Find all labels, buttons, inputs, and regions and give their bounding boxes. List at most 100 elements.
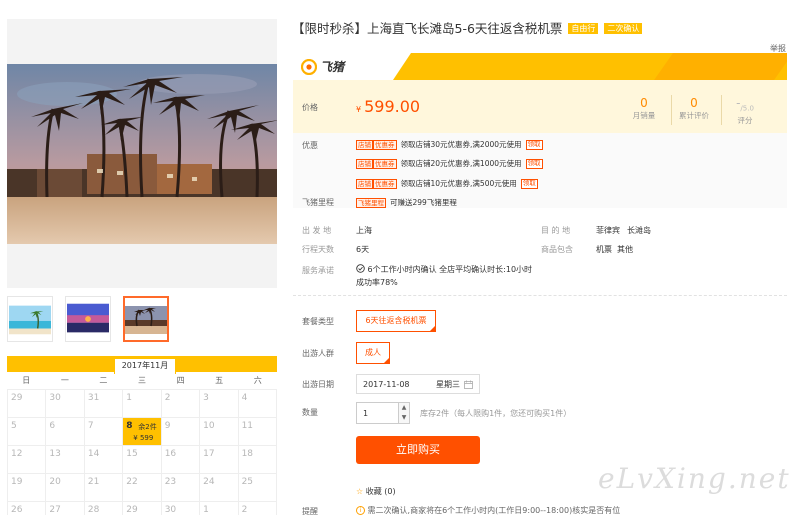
weekday-value: 星期三: [436, 379, 460, 389]
available-day-number: 8: [126, 421, 133, 431]
beach-thumbnail-image: [9, 298, 51, 340]
weekday-label: 二: [99, 376, 108, 385]
sunset-thumbnail-image: [67, 298, 109, 340]
promise-line-2: 成功率78%: [356, 278, 398, 287]
calendar-day: 16: [161, 446, 201, 474]
buy-now-button[interactable]: 立即购买: [356, 436, 480, 464]
calendar-day: 22: [123, 474, 162, 502]
includes-value-2: 其他: [617, 245, 633, 254]
available-day-price: ¥ 599: [133, 434, 154, 442]
stat-suffix: /5.0: [740, 104, 754, 113]
coupon-text: 领取店铺20元优惠券,满1000元使用: [400, 159, 522, 168]
calendar-day: 21: [84, 474, 124, 502]
calendar-day: 23: [161, 474, 201, 502]
includes-value-1: 机票: [596, 245, 612, 254]
thumbnail-2[interactable]: [65, 296, 111, 342]
calendar-day: 11: [238, 418, 277, 446]
stat-value: 0: [640, 96, 648, 110]
coupon-row: 店铺 优惠券 领取店铺20元优惠券,满1000元使用 领取: [356, 158, 543, 169]
calendar-day: 20: [46, 474, 85, 502]
travel-date-picker[interactable]: 2017-11-08 星期三: [356, 374, 480, 394]
mileage-label: 飞猪里程: [302, 198, 334, 207]
stat-monthly-sales: 0 月销量: [624, 96, 664, 122]
calendar-day-available[interactable]: 8 余2件 ¥ 599: [123, 418, 162, 446]
calendar-day: 30: [162, 502, 201, 515]
crowd-option-selected[interactable]: 成人: [356, 342, 390, 364]
price-currency: ¥: [356, 105, 362, 114]
section-divider: [293, 295, 787, 296]
beach-sunset-photo: [7, 19, 279, 288]
calendar-day: 17: [200, 446, 239, 474]
calendar-day: 5: [8, 418, 47, 446]
stat-label: 评分: [737, 116, 753, 126]
fliggy-logo-icon: [301, 58, 317, 75]
main-product-photo: [7, 19, 279, 288]
mileage-badge: 飞猪里程: [356, 197, 386, 208]
weekday-label: 三: [137, 376, 146, 385]
date-value: 2017-11-08: [363, 379, 410, 389]
calendar-day: 9: [161, 418, 201, 446]
weekday-label: 日: [22, 376, 31, 385]
get-coupon-button[interactable]: 领取: [520, 178, 538, 189]
package-option-selected[interactable]: 6天往返含税机票: [356, 310, 436, 332]
calendar-day: 3: [200, 390, 239, 418]
promise-text: 6个工作小时内确认 全店平均确认时长:10小时: [367, 265, 533, 274]
stat-total-reviews: 0 累计评价: [674, 96, 714, 122]
calendar-day: 19: [8, 474, 47, 502]
destination-label: 目 的 地: [541, 226, 571, 235]
mileage-row: 飞猪里程 可赚送299飞猪里程: [356, 197, 457, 208]
price-number: 599.00: [364, 97, 421, 116]
coupon-badge: 优惠券: [373, 158, 397, 169]
available-day-stock: 余2件: [138, 423, 157, 431]
date-label: 出游日期: [302, 380, 334, 389]
quantity-label: 数量: [302, 408, 318, 417]
watermark: eLvXing.net: [598, 462, 791, 495]
stat-value: 0: [690, 96, 698, 110]
includes-label: 商品包含: [541, 245, 573, 254]
quantity-decrease-button[interactable]: ▼: [398, 413, 409, 423]
favorite-count: (0): [384, 487, 396, 496]
favorite-link[interactable]: ☆ 收藏 (0): [356, 486, 396, 497]
calendar-day: 15: [123, 446, 162, 474]
crowd-label: 出游人群: [302, 349, 334, 358]
thumbnail-3[interactable]: [123, 296, 169, 342]
price-label: 价格: [302, 103, 318, 112]
calendar-day: 10: [200, 418, 239, 446]
days-label: 行程天数: [302, 245, 334, 254]
brand-name: 飞猪: [320, 60, 345, 74]
calendar-day: 24: [200, 474, 239, 502]
get-coupon-button[interactable]: 领取: [525, 158, 543, 169]
calendar-day: 30: [46, 390, 85, 418]
coupon-badge: 优惠券: [373, 139, 397, 150]
mileage-text: 可赚送299飞猪里程: [390, 198, 457, 207]
calendar-grid: 29 30 31 1 2 3 4 5 6 7 8 余2件 ¥ 599 9 10 …: [7, 389, 277, 515]
calendar-day: 29: [8, 390, 47, 418]
tag-second-confirm: 二次确认: [604, 23, 643, 34]
promo-label: 优惠: [302, 141, 318, 150]
brand-logo: 飞猪: [301, 58, 344, 75]
coupon-text: 领取店铺30元优惠券,满2000元使用: [400, 140, 522, 149]
weekday-label: 一: [60, 376, 69, 385]
palm-beach-thumbnail-image: [125, 298, 167, 340]
stock-info: 库存2件（每人限购1件，您还可购买1件）: [420, 409, 572, 418]
destination-city: 长滩岛: [627, 226, 651, 235]
weekday-label: 六: [253, 376, 262, 385]
stat-label: 月销量: [632, 111, 656, 120]
coupon-row: 店铺 优惠券 领取店铺30元优惠券,满2000元使用 领取: [356, 139, 543, 150]
quantity-increase-button[interactable]: ▲: [398, 403, 409, 413]
weekday-label: 五: [215, 376, 224, 385]
calendar-day: 2: [161, 390, 201, 418]
brand-banner: 飞猪: [293, 53, 787, 80]
thumbnail-strip: [7, 296, 169, 342]
calendar-day: 18: [238, 446, 277, 474]
calendar-day: 6: [46, 418, 85, 446]
calendar-day: 25: [238, 474, 277, 502]
depart-value: 上海: [356, 226, 372, 235]
thumbnail-1[interactable]: [7, 296, 53, 342]
quantity-input[interactable]: [357, 403, 399, 423]
reminder-label: 提醒: [302, 507, 318, 515]
get-coupon-button[interactable]: 领取: [525, 139, 543, 150]
price-value: ¥599.00: [356, 97, 420, 116]
stat-divider: [671, 95, 672, 125]
favorite-label: 收藏: [365, 487, 382, 496]
